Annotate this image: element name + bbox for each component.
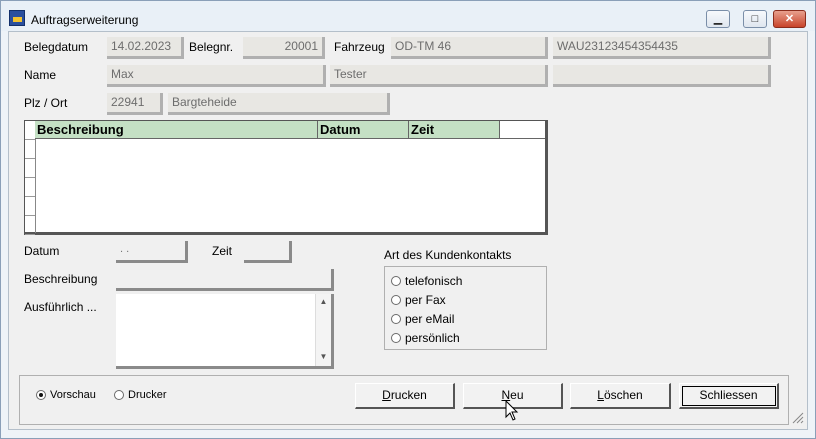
radio-vorschau[interactable]: Vorschau (36, 389, 96, 401)
ausfuehrlich-label: Ausführlich ... (24, 300, 97, 314)
maximize-button[interactable]: □ (743, 10, 767, 28)
fahrzeug-label: Fahrzeug (334, 40, 385, 54)
plz-field[interactable]: 22941 (107, 93, 163, 115)
radio-per-email[interactable]: per eMail (391, 312, 454, 326)
belegnr-label: Belegnr. (189, 40, 234, 54)
zeit-label: Zeit (212, 244, 233, 258)
name-label: Name (24, 68, 57, 82)
app-icon (9, 10, 25, 26)
radio-circle-icon[interactable] (391, 295, 401, 305)
mouse-pointer-icon (505, 400, 519, 421)
beschreibung-label: Beschreibung (24, 272, 98, 286)
zeit-input[interactable] (244, 241, 292, 263)
ort-field[interactable]: Bargteheide (168, 93, 390, 115)
belegdatum-field[interactable]: 14.02.2023 (107, 37, 184, 59)
nachname-field[interactable]: Tester (330, 65, 548, 87)
minimize-button[interactable]: ▁ (706, 10, 730, 28)
radio-per-fax[interactable]: per Fax (391, 293, 446, 307)
vin-field[interactable]: WAU23123454354435 (553, 37, 771, 59)
resize-grip-icon[interactable] (790, 410, 804, 424)
datum-input[interactable]: . . (116, 241, 188, 263)
loeschen-button[interactable]: Löschen (570, 383, 671, 409)
column-header-filler (499, 121, 545, 139)
kundenkontakt-title: Art des Kundenkontakts (384, 248, 512, 262)
belegnr-field[interactable]: 20001 (243, 37, 325, 59)
radio-telefonisch[interactable]: telefonisch (391, 274, 462, 288)
scroll-down-icon[interactable]: ▼ (317, 350, 330, 364)
column-header-zeit[interactable]: Zeit (409, 121, 500, 139)
title-bar[interactable]: Auftragserweiterung ▁ □ ✕ (1, 1, 815, 31)
window-title: Auftragserweiterung (31, 13, 139, 27)
plz-ort-label: Plz / Ort (24, 96, 68, 110)
datum-label: Datum (24, 244, 60, 258)
radio-persoenlich[interactable]: persönlich (391, 331, 460, 345)
extra-field[interactable] (553, 65, 771, 87)
radio-circle-icon[interactable] (391, 276, 401, 286)
memo-scrollbar[interactable]: ▲ ▼ (315, 294, 331, 366)
belegdatum-label: Belegdatum (24, 40, 89, 54)
radio-drucker[interactable]: Drucker (114, 389, 167, 401)
schliessen-button[interactable]: Schliessen (679, 383, 779, 409)
radio-circle-icon[interactable] (114, 390, 124, 400)
column-header-beschreibung[interactable]: Beschreibung (35, 121, 318, 139)
vorname-field[interactable]: Max (107, 65, 326, 87)
scroll-up-icon[interactable]: ▲ (317, 295, 330, 309)
drucken-button[interactable]: Drucken (355, 383, 455, 409)
beschreibung-input[interactable] (116, 269, 334, 291)
column-header-datum[interactable]: Datum (318, 121, 409, 139)
close-button[interactable]: ✕ (773, 10, 806, 28)
radio-checked-icon[interactable] (36, 390, 46, 400)
radio-circle-icon[interactable] (391, 314, 401, 324)
contacts-table[interactable]: Beschreibung Datum Zeit (24, 120, 548, 235)
ausfuehrlich-textarea[interactable]: ▲ ▼ (116, 294, 334, 369)
radio-circle-icon[interactable] (391, 333, 401, 343)
fahrzeug-field[interactable]: OD-TM 46 (391, 37, 548, 59)
